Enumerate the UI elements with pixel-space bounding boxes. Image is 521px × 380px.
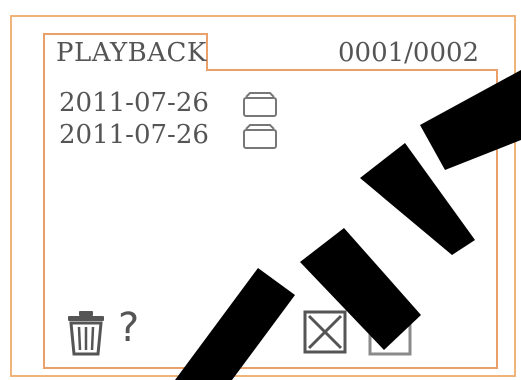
list-item[interactable]: 2011-07-26 [59, 88, 299, 120]
confirm-check-icon[interactable] [368, 308, 418, 356]
list-item[interactable]: 2011-07-26 [59, 120, 299, 152]
file-date: 2011-07-26 [59, 120, 209, 150]
trash-icon[interactable] [66, 310, 106, 356]
folder-icon [243, 92, 277, 117]
file-list: 2011-07-26 2011-07-26 [59, 88, 299, 152]
cancel-x-icon[interactable] [303, 310, 347, 354]
page-counter: 0001/0002 [338, 38, 480, 68]
file-date: 2011-07-26 [59, 88, 209, 118]
help-button[interactable]: ? [118, 305, 139, 351]
folder-icon [243, 124, 277, 149]
page-title: PLAYBACK [56, 38, 207, 68]
